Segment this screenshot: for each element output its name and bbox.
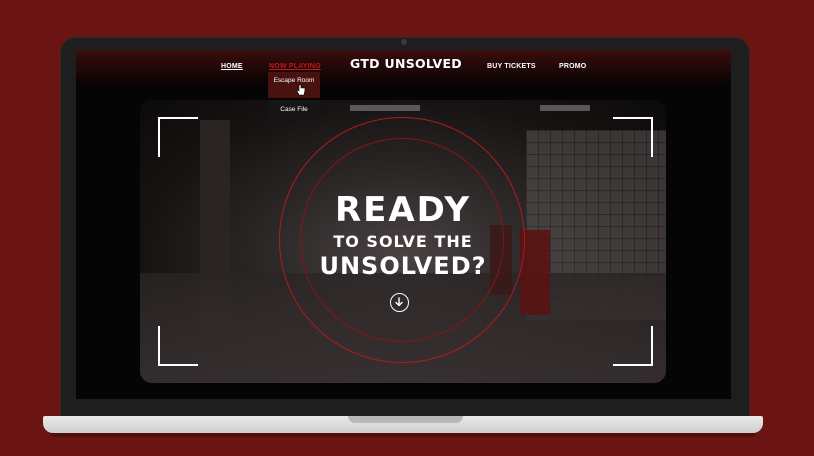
hero-banner: READY TO SOLVE THE UNSOLVED?: [140, 100, 666, 383]
nav-buy-tickets-link[interactable]: BUY TICKETS: [487, 63, 536, 70]
nav-home-link[interactable]: HOME: [221, 63, 243, 70]
dropdown-item-escape-room[interactable]: Escape Room: [268, 72, 320, 98]
navbar: HOME NOW PLAYING GTD UNSOLVED BUY TICKET…: [76, 50, 731, 84]
hero-bg-light: [350, 105, 420, 111]
hero-subtitle: TO SOLVE THE: [333, 232, 473, 251]
arrow-down-circle-icon[interactable]: [390, 293, 409, 312]
hero-title-unsolved: UNSOLVED?: [319, 252, 487, 280]
viewfinder-corner: [158, 117, 198, 157]
hero-title-ready: READY: [334, 190, 472, 230]
now-playing-dropdown: Escape Room Case File: [268, 72, 320, 120]
website-screen: HOME NOW PLAYING GTD UNSOLVED BUY TICKET…: [76, 50, 731, 399]
nav-now-playing-link[interactable]: NOW PLAYING: [269, 63, 321, 70]
nav-promo-link[interactable]: PROMO: [559, 63, 586, 70]
dropdown-item-case-file[interactable]: Case File: [268, 100, 320, 120]
viewfinder-corner: [613, 117, 653, 157]
laptop-base-notch: [348, 416, 463, 423]
hero-bg-light: [540, 105, 590, 111]
viewfinder-corner: [158, 326, 198, 366]
laptop-base-shadow: [50, 433, 756, 437]
brand-logo[interactable]: GTD UNSOLVED: [350, 56, 462, 71]
viewfinder-corner: [613, 326, 653, 366]
hand-pointer-icon: [296, 84, 306, 96]
webcam: [401, 39, 407, 45]
